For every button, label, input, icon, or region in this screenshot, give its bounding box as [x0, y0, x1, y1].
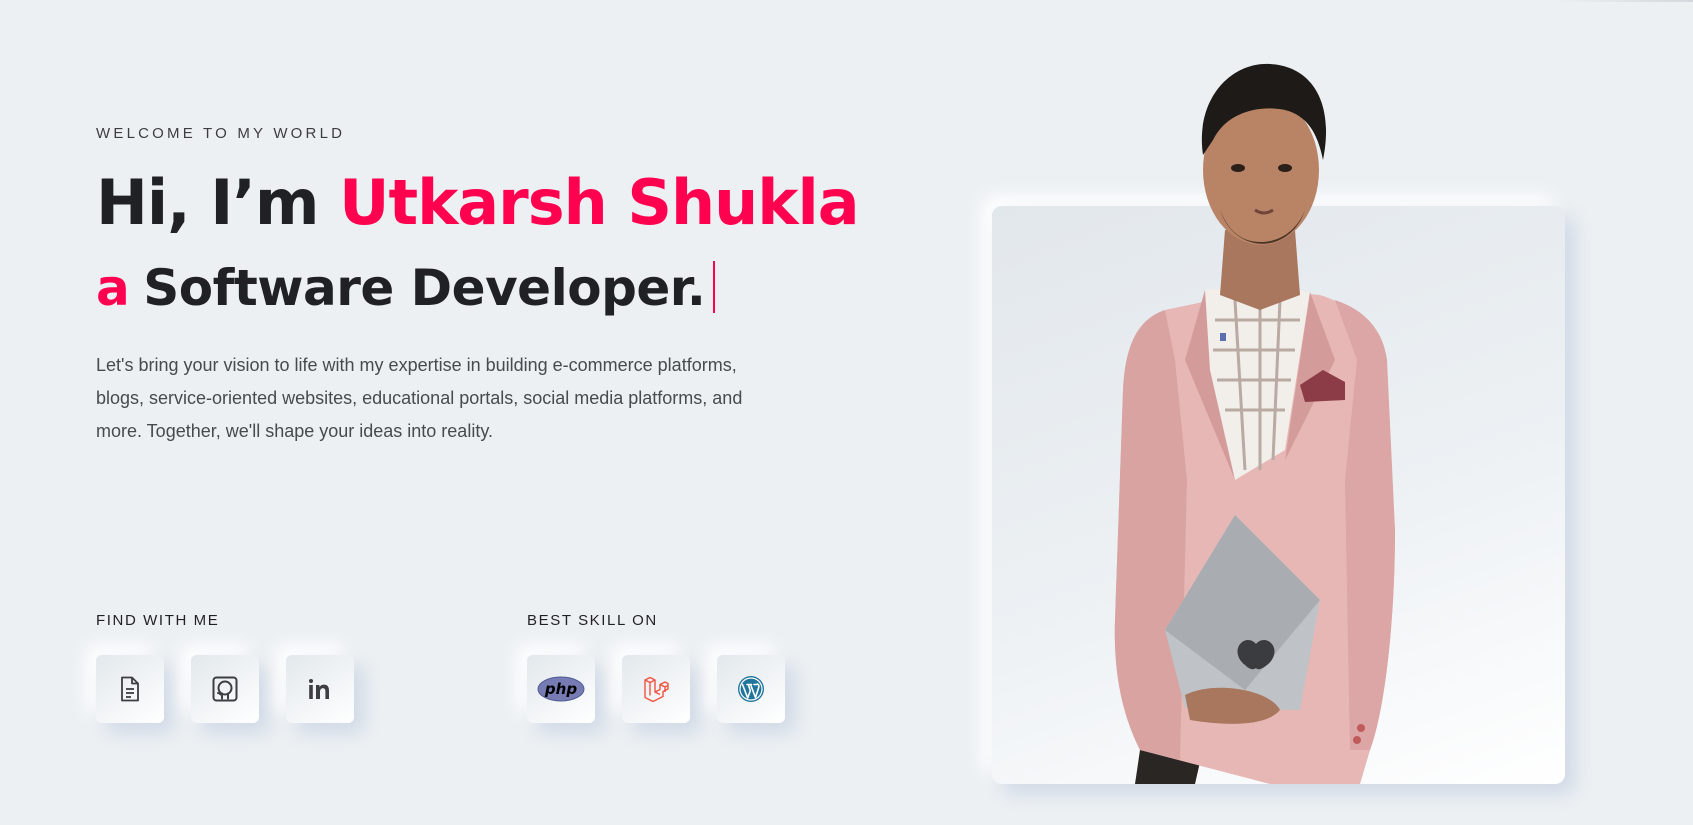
wordpress-icon: [738, 676, 764, 702]
skill-php: php: [527, 655, 595, 723]
document-icon: [121, 676, 139, 702]
skill-wordpress: [717, 655, 785, 723]
hero-headline: Hi, I’m Utkarsh Shukla: [96, 172, 860, 234]
svg-text:php: php: [544, 680, 577, 698]
portrait-image: [1095, 60, 1475, 784]
github-icon: [212, 676, 238, 702]
skills-title: BEST SKILL ON: [527, 612, 658, 629]
laravel-icon: [644, 676, 669, 702]
resume-link[interactable]: [96, 655, 164, 723]
skill-laravel: [622, 655, 690, 723]
hero-description: Let's bring your vision to life with my …: [96, 355, 743, 441]
linkedin-link[interactable]: [286, 655, 354, 723]
github-link[interactable]: [191, 655, 259, 723]
hero-role: Software Developer.: [143, 259, 706, 317]
hero-name: Utkarsh Shukla: [339, 166, 860, 239]
hero-greeting: Hi, I’m: [96, 166, 340, 239]
linkedin-icon: [309, 679, 329, 699]
social-title: FIND WITH ME: [96, 612, 220, 629]
typing-cursor: [713, 261, 716, 313]
hero-role-line: a Software Developer.: [96, 261, 716, 313]
hero-article: a: [96, 259, 130, 317]
hero-subtitle: WELCOME TO MY WORLD: [96, 125, 346, 142]
php-icon: php: [537, 676, 585, 702]
hero-intro: WELCOME TO MY WORLD Hi, I’m Utkarsh Shuk…: [96, 0, 916, 825]
top-divider: [1553, 0, 1693, 2]
